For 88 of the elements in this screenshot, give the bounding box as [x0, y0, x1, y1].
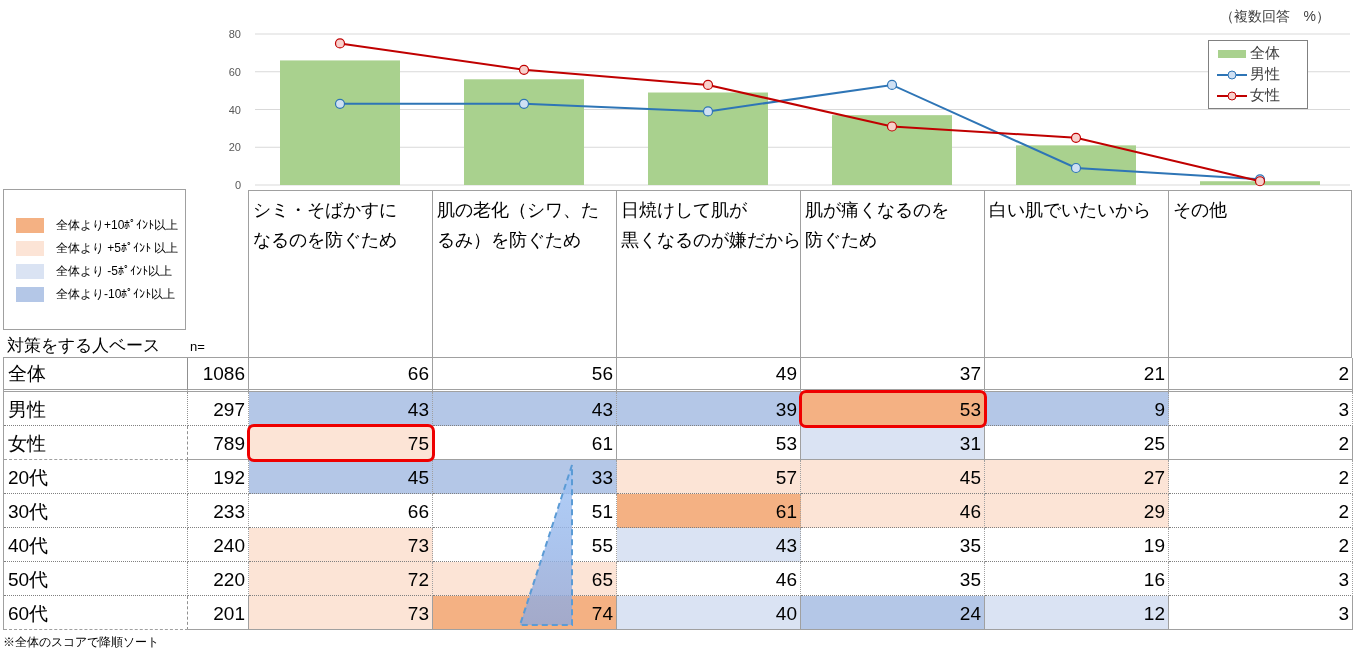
color-key-label: 全体より-10ﾎﾟｲﾝﾄ以上	[56, 286, 176, 303]
table-cell: 25	[985, 426, 1169, 460]
data-point-marker	[518, 98, 530, 109]
axis-tick-label: 80	[228, 28, 241, 40]
table-cell: 29	[985, 494, 1169, 528]
data-point-marker	[1070, 162, 1082, 174]
row-label: 40代	[4, 528, 188, 562]
table-cell: 16	[985, 562, 1169, 596]
legend-label: 女性	[1250, 85, 1280, 106]
row-label: 60代	[4, 596, 188, 630]
row-label: 50代	[4, 562, 188, 596]
n-label: n=	[190, 338, 205, 356]
color-key-label: 全体より -5ﾎﾟｲﾝﾄ以上	[56, 263, 172, 280]
table-cell: 73	[249, 596, 433, 630]
table-cell: 46	[617, 562, 801, 596]
table-cell: 45	[801, 460, 985, 494]
table-cell: 2	[1169, 494, 1353, 528]
table-cell: 35	[801, 562, 985, 596]
table-cell: 72	[249, 562, 433, 596]
table-cell: 27	[985, 460, 1169, 494]
color-key-label: 全体より +5ﾎﾟｲﾝﾄ 以上	[56, 240, 179, 257]
row-label: 20代	[4, 460, 188, 494]
data-point-marker	[334, 38, 346, 49]
table-cell: 66	[249, 494, 433, 528]
row-label: 30代	[4, 494, 188, 528]
row-label: 女性	[4, 426, 188, 460]
table-cell: 21	[985, 358, 1169, 392]
table-cell: 9	[985, 392, 1169, 426]
table-cell: 2	[1169, 426, 1353, 460]
table-cell: 43	[249, 392, 433, 426]
data-point-marker	[1070, 132, 1082, 143]
column-header: 肌の老化（シワ、たるみ）を防ぐため	[432, 190, 616, 357]
data-point-marker	[334, 98, 346, 109]
axis-tick-label: 20	[228, 141, 241, 154]
table-cell: 12	[985, 596, 1169, 630]
table-cell: 19	[985, 528, 1169, 562]
table-cell: 33	[433, 460, 617, 494]
column-header: シミ・そばかすになるのを防ぐため	[248, 190, 432, 357]
table-cell: 53	[801, 392, 985, 426]
legend-label: 全体	[1250, 43, 1280, 64]
data-point-marker	[518, 64, 530, 75]
row-label: 全体	[4, 358, 188, 392]
table-cell: 45	[249, 460, 433, 494]
table-cell: 53	[617, 426, 801, 460]
table-cell: 24	[801, 596, 985, 630]
table-cell: 66	[249, 358, 433, 392]
legend-label: 男性	[1250, 64, 1280, 85]
column-header: その他	[1168, 190, 1352, 357]
table-cell: 35	[801, 528, 985, 562]
table-cell: 43	[617, 528, 801, 562]
table-cell: 40	[617, 596, 801, 630]
table-cell: 39	[617, 392, 801, 426]
legend-line-icon	[1217, 89, 1247, 102]
table-cell: 2	[1169, 358, 1353, 392]
table-cell: 57	[617, 460, 801, 494]
data-point-marker	[886, 79, 898, 91]
table-cell: 61	[617, 494, 801, 528]
table-cell: 75	[249, 426, 433, 460]
data-point-marker	[702, 79, 714, 91]
data-point-marker	[886, 121, 898, 132]
table-cell: 2	[1169, 460, 1353, 494]
table-cell: 51	[433, 494, 617, 528]
data-point-marker	[702, 106, 714, 117]
table-cell: 49	[617, 358, 801, 392]
base-label: 対策をする人ベース	[6, 335, 161, 357]
color-key-label: 全体より+10ﾎﾟｲﾝﾄ以上	[56, 217, 179, 234]
legend-swatch-icon	[1217, 47, 1247, 60]
table-cell: 3	[1169, 562, 1353, 596]
row-label: 男性	[4, 392, 188, 426]
table-cell: 56	[433, 358, 617, 392]
chart-note: （複数回答 %）	[1219, 7, 1330, 26]
table-cell: 61	[433, 426, 617, 460]
table-cell: 73	[249, 528, 433, 562]
table-cell: 2	[1169, 528, 1353, 562]
table-cell: 3	[1169, 596, 1353, 630]
axis-tick-label: 40	[228, 103, 241, 116]
table-cell: 46	[801, 494, 985, 528]
footnote: ※全体のスコアで降順ソート	[3, 634, 160, 648]
column-header: 白い肌でいたいから	[984, 190, 1168, 357]
table-cell: 37	[801, 358, 985, 392]
axis-tick-label: 0	[234, 179, 241, 190]
table-cell: 31	[801, 426, 985, 460]
column-header: 肌が痛くなるのを防ぐため	[800, 190, 984, 357]
table-cell: 3	[1169, 392, 1353, 426]
table-cell: 43	[433, 392, 617, 426]
legend-line-icon	[1217, 68, 1247, 81]
axis-tick-label: 60	[228, 65, 241, 78]
column-header: 日焼けして肌が黒くなるのが嫌だから	[616, 190, 800, 357]
